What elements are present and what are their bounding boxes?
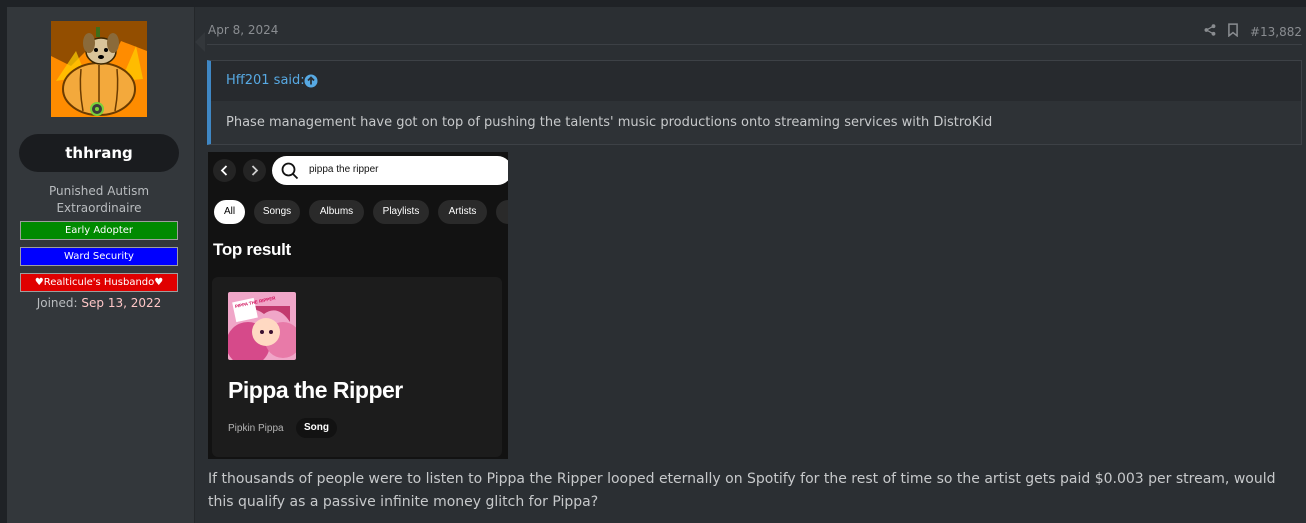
post-number[interactable]: #13,882	[1250, 25, 1302, 39]
filter-chip-artists: Artists	[438, 200, 487, 224]
result-title: Pippa the Ripper	[228, 377, 403, 403]
chevron-right-icon	[243, 159, 266, 182]
online-status-indicator	[90, 102, 104, 116]
chevron-left-icon	[213, 159, 236, 182]
left-edge	[0, 7, 7, 523]
user-sidebar: thhrang Punished Autism Extraordinaire E…	[7, 7, 195, 523]
search-query: pippa the ripper	[309, 164, 379, 175]
user-title: Punished Autism Extraordinaire	[48, 184, 150, 215]
top-strip	[0, 0, 1306, 7]
spotify-search-box: pippa the ripper	[272, 156, 508, 185]
top-result-card: PIPPA THE RIPPER Pippa the Ripper Pipkin…	[212, 277, 502, 457]
share-icon[interactable]	[1204, 24, 1216, 39]
album-art-image: PIPPA THE RIPPER	[228, 292, 296, 360]
result-type-badge: Song	[296, 418, 337, 438]
result-artist: Pipkin Pippa	[228, 423, 284, 434]
quote-text: Phase management have got on top of push…	[226, 115, 993, 130]
joined-info: Joined: Sep 13, 2022	[17, 296, 181, 310]
quote-header: Hff201 said:	[211, 61, 1301, 101]
banner-ward-security: Ward Security	[20, 247, 178, 266]
arrow-up-circle-icon[interactable]	[304, 73, 318, 88]
post-body-text: If thousands of people were to listen to…	[208, 471, 1276, 510]
joined-label: Joined:	[36, 296, 78, 310]
search-icon	[281, 162, 299, 185]
message-arrow	[195, 32, 205, 52]
filter-chip-songs: Songs	[254, 200, 300, 224]
banner-realticule-husbando: ♥Realticule's Husbando♥	[20, 273, 178, 292]
filter-chip-albums: Albums	[309, 200, 364, 224]
username[interactable]: thhrang	[19, 134, 179, 172]
embedded-spotify-screenshot[interactable]: pippa the ripper All Songs Albums Playli…	[208, 152, 508, 459]
post-actions: #13,882	[1204, 23, 1302, 40]
post-date[interactable]: Apr 8, 2024	[208, 23, 278, 37]
bookmark-icon[interactable]	[1226, 23, 1240, 40]
filter-chip-all: All	[214, 200, 245, 224]
quote-author-link[interactable]: Hff201 said:	[226, 73, 305, 88]
banner-early-adopter: Early Adopter	[20, 221, 178, 240]
joined-date: Sep 13, 2022	[81, 296, 162, 310]
filter-chip-playlists: Playlists	[373, 200, 429, 224]
quote-block: Hff201 said: Phase management have got o…	[207, 60, 1302, 145]
filter-chip-podcasts: P	[496, 200, 508, 224]
top-result-heading: Top result	[213, 240, 291, 259]
header-divider	[207, 44, 1302, 45]
